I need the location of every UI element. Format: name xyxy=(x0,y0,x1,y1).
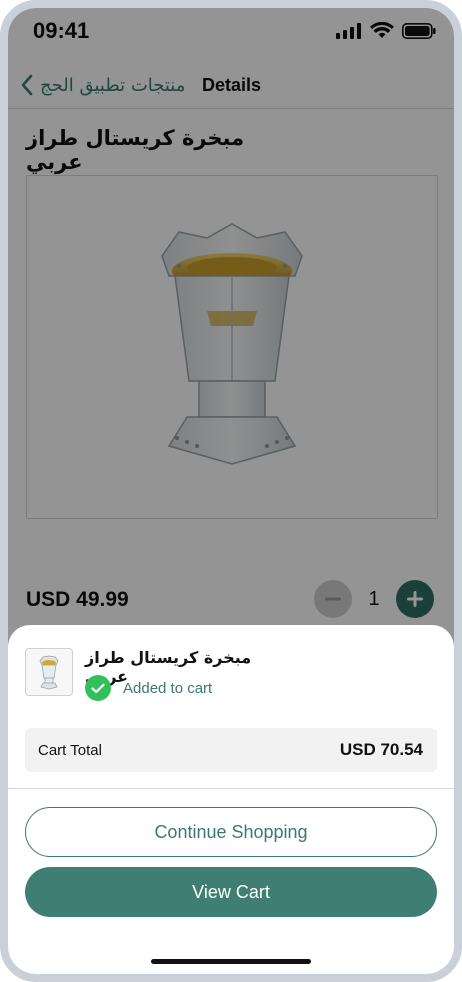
cart-total-row: Cart Total USD 70.54 xyxy=(25,728,437,772)
continue-shopping-button[interactable]: Continue Shopping xyxy=(25,807,437,857)
incense-burner-thumbnail xyxy=(39,655,59,690)
added-to-cart-sheet: مبخرة كريستال طراز عربي Added to cart Ca… xyxy=(8,625,454,974)
added-confirmation: Added to cart xyxy=(85,675,212,701)
screen: 09:41 منتجات تطبيق الحج Details مبخرة كر… xyxy=(8,8,454,974)
home-indicator[interactable] xyxy=(151,959,311,964)
view-cart-button[interactable]: View Cart xyxy=(25,867,437,917)
added-to-cart-label: Added to cart xyxy=(123,679,213,697)
cart-total-value: USD 70.54 xyxy=(339,740,423,759)
cart-total-label: Cart Total xyxy=(38,742,102,759)
divider xyxy=(8,788,454,789)
phone-frame: 09:41 منتجات تطبيق الحج Details مبخرة كر… xyxy=(0,0,462,982)
product-thumbnail xyxy=(25,648,73,696)
check-circle-icon xyxy=(85,675,111,701)
